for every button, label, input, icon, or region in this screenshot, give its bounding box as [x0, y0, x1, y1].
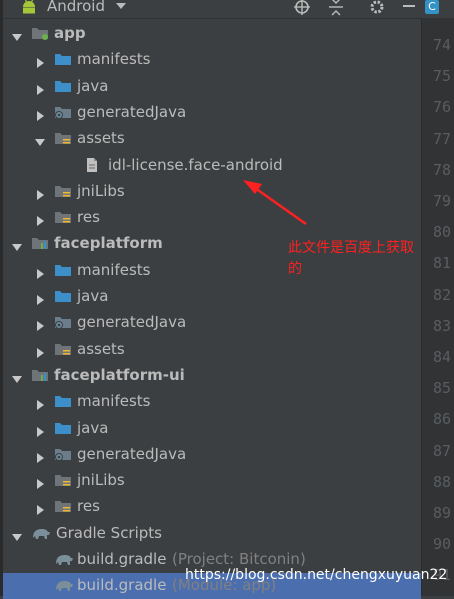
annotation-arrow [243, 180, 307, 226]
watermark: https://blog.csdn.net/chengxuyuan22 [185, 567, 448, 583]
